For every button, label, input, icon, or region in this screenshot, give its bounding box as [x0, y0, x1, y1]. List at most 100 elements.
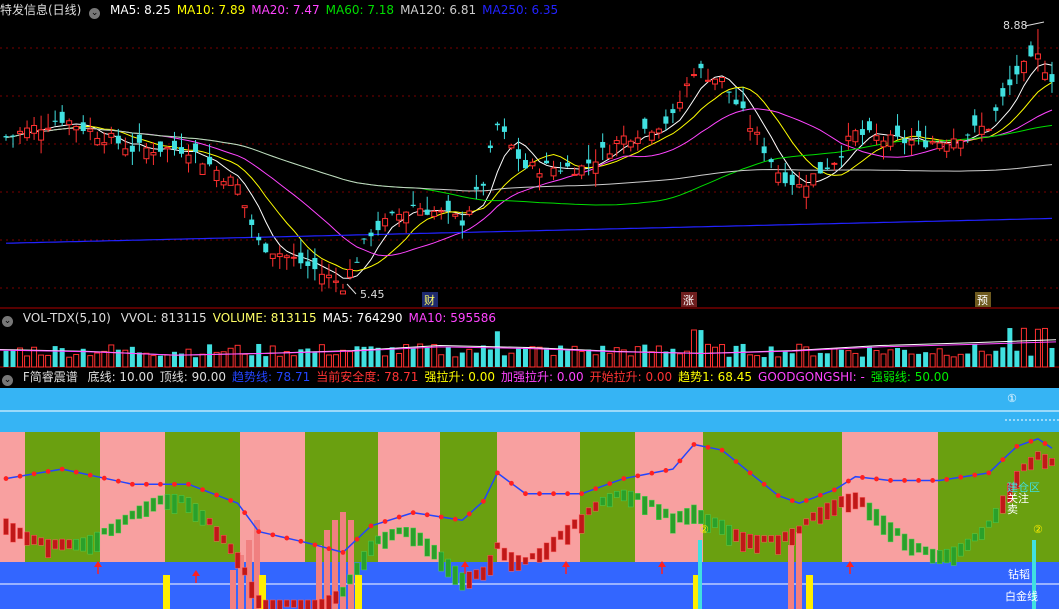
oscillator-candle [515, 555, 522, 571]
safety-dot [158, 481, 163, 487]
safety-dot [874, 476, 879, 482]
candle-body [592, 161, 599, 174]
safety-dot [73, 469, 79, 475]
candle-body [515, 149, 521, 159]
candle-body [59, 111, 65, 123]
candle-body [761, 146, 767, 154]
candle-body [3, 136, 9, 138]
candle-body [361, 238, 367, 240]
volume-bar [157, 355, 163, 367]
candle-body [950, 138, 957, 149]
volume-bar [754, 355, 761, 368]
safety-dot [817, 492, 823, 498]
safety-dot [986, 470, 992, 476]
oscillator-candle [417, 532, 423, 546]
candle-body [501, 126, 507, 132]
gold-line-label: 白金线 [1005, 589, 1038, 603]
oscillator-candle [726, 525, 732, 546]
oscillator-candle [185, 497, 192, 513]
oscillator-candle [557, 530, 564, 540]
safety-dot [635, 473, 641, 479]
oscillator-candle [389, 529, 395, 541]
oscillator-candle [733, 529, 739, 542]
volume-bar [620, 349, 627, 368]
volume-bar [249, 355, 255, 367]
oscillator-candle [10, 523, 16, 543]
oscillator-candle [424, 538, 430, 557]
volume-bar [985, 354, 992, 368]
volume-bar [199, 353, 206, 368]
candle-body [690, 74, 697, 77]
volume-bar [789, 353, 795, 367]
candle-body [923, 140, 929, 148]
event-marker-finance-label: 财 [424, 293, 435, 307]
safety-dot [551, 491, 556, 497]
candle-body [346, 268, 353, 278]
candle-body [993, 107, 999, 111]
oscillator-candle [164, 494, 171, 510]
candle-body [452, 213, 459, 217]
safety-dot [860, 475, 865, 480]
volume-bar [38, 354, 45, 368]
candle-body [17, 130, 24, 134]
oscillator-candle [38, 537, 44, 546]
volume-bar [690, 329, 697, 368]
safety-dot [1028, 438, 1034, 444]
candle-body [866, 121, 872, 131]
volume-bar [627, 355, 634, 368]
candle-body [522, 159, 528, 169]
volume-bar [136, 352, 142, 367]
volume-bar [164, 354, 171, 368]
candle-body [529, 161, 536, 167]
candle-body [129, 145, 135, 152]
volume-bar [943, 354, 950, 368]
oscillator-candle [129, 510, 136, 520]
chart-canvas[interactable]: 8.88 5.45 财 涨 预 ① 建仓区 关注 卖 ② ② 钻韬 白金线 [0, 0, 1059, 609]
volume-bar [972, 344, 978, 367]
spike-bar [348, 520, 354, 609]
oscillator-candle [585, 507, 592, 516]
oscillator-candle [171, 494, 178, 514]
safety-dot [888, 478, 893, 483]
volume-bar [761, 357, 767, 367]
safety-dot [452, 516, 458, 522]
safety-dot [747, 470, 753, 476]
volume-bar [831, 348, 838, 368]
volume-bar [740, 343, 746, 367]
candle-body [249, 219, 255, 225]
volume-bar [396, 352, 403, 368]
oscillator-candle [1028, 457, 1034, 471]
candle-body [263, 243, 269, 253]
oscillator-candle [649, 499, 655, 508]
candle-body [782, 172, 788, 184]
candle-body [550, 167, 557, 177]
candle-body [880, 140, 887, 148]
candle-body [354, 261, 360, 263]
candle-body [957, 139, 964, 149]
volume-bars [0, 327, 1057, 368]
candle-body [663, 116, 669, 124]
safety-dot [719, 447, 725, 453]
safety-dot [101, 475, 107, 481]
oscillator-candle [220, 535, 227, 544]
volume-bar [256, 343, 262, 367]
safety-dot [523, 491, 528, 497]
safety-dot [691, 442, 697, 447]
volume-bar [978, 350, 985, 368]
candle-body [213, 169, 220, 182]
safety-dot [930, 478, 936, 483]
oscillator-candle [796, 525, 803, 534]
volume-bar [94, 352, 101, 368]
oscillator-candle [459, 572, 466, 591]
buy-marker-2: ② [1033, 523, 1043, 536]
safety-dot [382, 519, 388, 524]
safety-dot [916, 478, 921, 483]
volume-bar [880, 353, 887, 368]
candle-body [31, 124, 38, 134]
candle-body [803, 185, 810, 198]
volume-bar [312, 351, 318, 367]
volume-bar [993, 350, 999, 367]
oscillator-candle [347, 574, 353, 585]
safety-dot [242, 510, 248, 516]
safety-dot [326, 546, 332, 552]
